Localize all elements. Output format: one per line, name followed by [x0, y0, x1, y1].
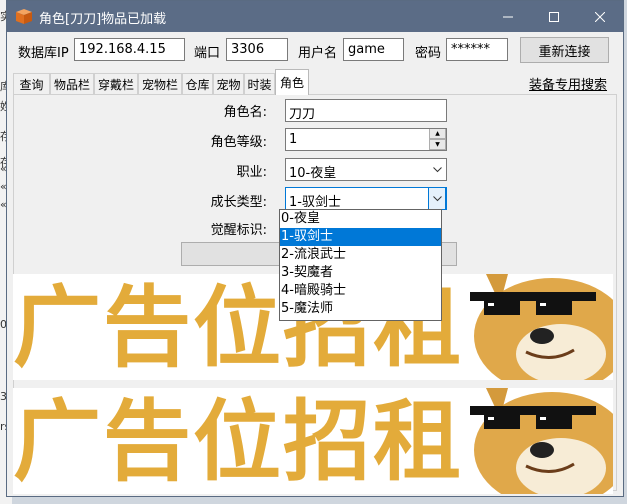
reconnect-button[interactable]: 重新连接: [520, 37, 609, 63]
tab-warehouse[interactable]: 仓库: [182, 73, 213, 95]
tab-character[interactable]: 角色: [275, 69, 309, 95]
user-label: 用户名: [298, 46, 338, 61]
level-spinner[interactable]: ▲ ▼: [429, 129, 446, 150]
growth-option[interactable]: 2-流浪武士: [280, 246, 441, 264]
port-input[interactable]: 3306: [226, 38, 288, 61]
ip-label: 数据库IP: [18, 46, 69, 61]
job-label: 职业:: [236, 165, 267, 180]
awaken-label: 觉醒标识:: [210, 223, 267, 238]
window-title: 角色[刀刀]物品已加载: [39, 12, 167, 27]
chevron-down-icon[interactable]: [428, 159, 446, 180]
minimize-icon: [503, 16, 513, 17]
chevron-down-icon[interactable]: [428, 188, 446, 209]
password-label: 密码: [415, 46, 442, 61]
growth-option-selected[interactable]: 1-驭剑士: [280, 228, 441, 246]
level-stepper[interactable]: 1 ▲ ▼: [285, 128, 447, 151]
growth-option[interactable]: 0-夜皇: [280, 210, 441, 228]
close-icon: [595, 11, 605, 22]
connection-bar: 数据库IP 192.168.4.15 端口 3306 用户名 game 密码 *…: [7, 32, 623, 70]
ad-banner[interactable]: 广告位招租: [13, 388, 613, 494]
ad-text: 广告位招租: [13, 390, 464, 493]
growth-dropdown-list[interactable]: 0-夜皇 1-驭剑士 2-流浪武士 3-契魔者 4-暗殿骑士 5-魔法师: [279, 209, 442, 321]
growth-select[interactable]: 1-驭剑士: [285, 187, 447, 210]
tab-fashion[interactable]: 时装: [244, 73, 275, 95]
close-button[interactable]: [577, 1, 623, 32]
tab-pet-bag[interactable]: 宠物栏: [138, 73, 182, 95]
spin-down-icon[interactable]: ▼: [429, 139, 446, 150]
title-bar[interactable]: 角色[刀刀]物品已加载: [7, 1, 623, 32]
name-label: 角色名:: [223, 105, 267, 120]
growth-value: 1-驭剑士: [289, 195, 341, 210]
password-input[interactable]: ******: [446, 38, 508, 61]
user-input[interactable]: game: [343, 38, 404, 61]
ip-input[interactable]: 192.168.4.15: [74, 38, 185, 61]
growth-option[interactable]: 5-魔法师: [280, 300, 441, 318]
port-label: 端口: [194, 46, 221, 61]
equip-search-link[interactable]: 装备专用搜索: [529, 74, 607, 93]
doge-sunglasses-image: [470, 274, 613, 380]
maximize-button[interactable]: [531, 1, 577, 32]
growth-option[interactable]: 4-暗殿骑士: [280, 282, 441, 300]
level-label: 角色等级:: [210, 135, 267, 150]
job-value: 10-夜皇: [289, 166, 337, 181]
tab-equipped[interactable]: 穿戴栏: [94, 73, 138, 95]
box-icon: [16, 9, 32, 24]
tab-query[interactable]: 查询: [13, 73, 50, 95]
growth-label: 成长类型:: [210, 195, 267, 210]
name-input[interactable]: 刀刀: [285, 99, 447, 122]
maximize-icon: [549, 11, 559, 22]
tab-inventory[interactable]: 物品栏: [50, 73, 94, 95]
spin-up-icon[interactable]: ▲: [429, 129, 446, 139]
job-select[interactable]: 10-夜皇: [285, 158, 447, 181]
tab-pet[interactable]: 宠物: [213, 73, 244, 95]
growth-option[interactable]: 3-契魔者: [280, 264, 441, 282]
doge-sunglasses-image: [470, 388, 613, 494]
minimize-button[interactable]: [485, 1, 531, 32]
level-value: 1: [289, 132, 298, 147]
